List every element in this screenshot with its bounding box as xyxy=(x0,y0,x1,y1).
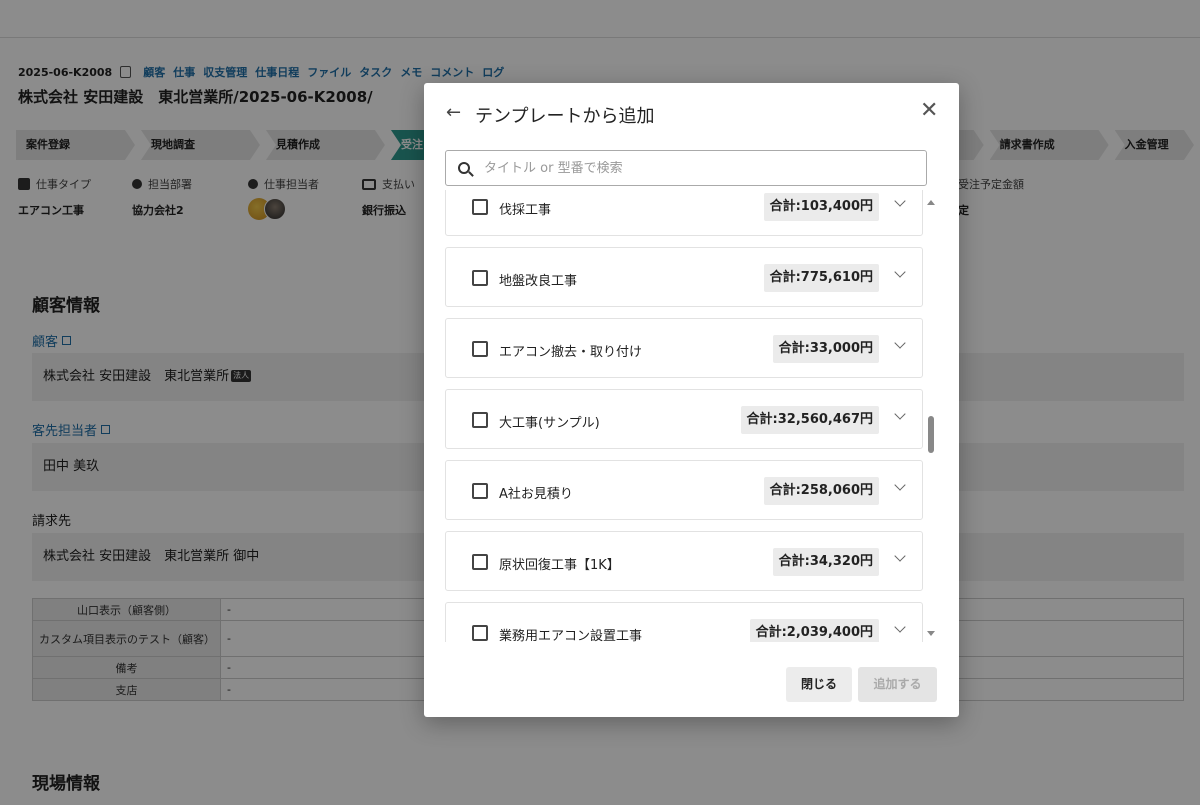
chevron-down-icon[interactable] xyxy=(894,408,906,420)
chevron-down-icon[interactable] xyxy=(894,266,906,278)
list-item: A社お見積り 合計:258,060円 xyxy=(445,460,923,520)
list-item: 業務用エアコン設置工事 合計:2,039,400円 xyxy=(445,602,923,642)
dialog-title: テンプレートから追加 xyxy=(475,106,655,127)
template-total: 合計:34,320円 xyxy=(772,548,879,576)
template-checkbox[interactable] xyxy=(472,270,488,286)
search-input[interactable] xyxy=(484,160,904,176)
template-total: 合計:103,400円 xyxy=(763,193,879,221)
template-total: 合計:258,060円 xyxy=(763,477,879,505)
scroll-down-arrow-icon[interactable] xyxy=(927,631,935,636)
template-list: 伐採工事 合計:103,400円 地盤改良工事 合計:775,610円 エアコン… xyxy=(445,190,925,642)
list-item: エアコン撤去・取り付け 合計:33,000円 xyxy=(445,318,923,378)
back-arrow-icon[interactable]: ← xyxy=(446,102,461,123)
close-button[interactable]: 閉じる xyxy=(786,667,852,702)
template-add-dialog: ← テンプレートから追加 ✕ 伐採工事 合計:103,400円 地盤改良工事 合… xyxy=(424,83,959,717)
template-total: 合計:775,610円 xyxy=(763,264,879,292)
template-name: 業務用エアコン設置工事 xyxy=(499,629,643,642)
template-name: A社お見積り xyxy=(499,487,573,502)
template-name: 大工事(サンプル) xyxy=(499,416,600,431)
template-checkbox[interactable] xyxy=(472,554,488,570)
template-checkbox[interactable] xyxy=(472,483,488,499)
chevron-down-icon[interactable] xyxy=(894,479,906,491)
search-box xyxy=(445,150,927,186)
template-checkbox[interactable] xyxy=(472,625,488,641)
template-name: 地盤改良工事 xyxy=(499,274,578,289)
template-total: 合計:32,560,467円 xyxy=(740,406,879,434)
chevron-down-icon[interactable] xyxy=(894,550,906,562)
list-item: 伐採工事 合計:103,400円 xyxy=(445,190,923,236)
chevron-down-icon[interactable] xyxy=(894,337,906,349)
add-button[interactable]: 追加する xyxy=(858,667,937,702)
template-checkbox[interactable] xyxy=(472,199,488,215)
template-name: エアコン撤去・取り付け xyxy=(499,345,643,360)
chevron-down-icon[interactable] xyxy=(894,621,906,633)
chevron-down-icon[interactable] xyxy=(894,195,906,207)
template-checkbox[interactable] xyxy=(472,341,488,357)
scrollbar-thumb[interactable] xyxy=(928,416,934,453)
search-icon xyxy=(458,162,470,174)
template-name: 伐採工事 xyxy=(499,203,552,218)
template-total: 合計:2,039,400円 xyxy=(749,619,879,642)
list-item: 大工事(サンプル) 合計:32,560,467円 xyxy=(445,389,923,449)
list-item: 地盤改良工事 合計:775,610円 xyxy=(445,247,923,307)
template-name: 原状回復工事【1K】 xyxy=(499,558,620,573)
scroll-up-arrow-icon[interactable] xyxy=(927,200,935,205)
list-item: 原状回復工事【1K】 合計:34,320円 xyxy=(445,531,923,591)
template-total: 合計:33,000円 xyxy=(772,335,879,363)
template-checkbox[interactable] xyxy=(472,412,488,428)
close-icon[interactable]: ✕ xyxy=(920,98,938,123)
